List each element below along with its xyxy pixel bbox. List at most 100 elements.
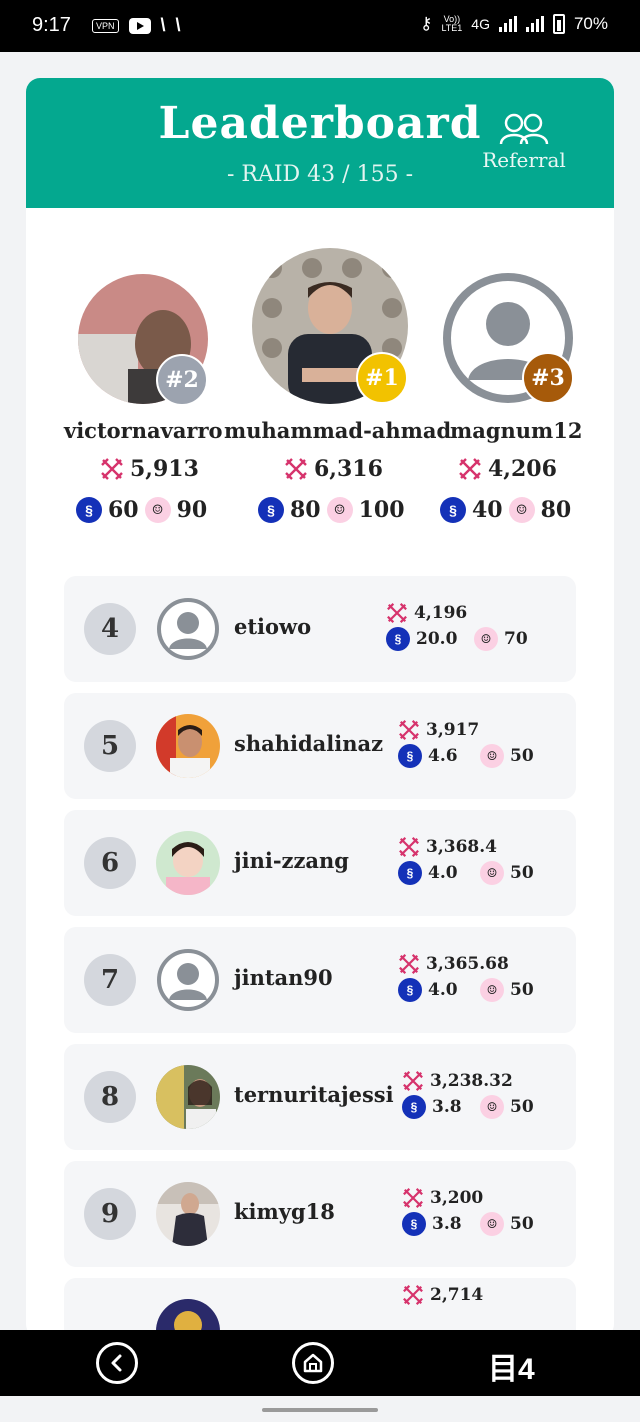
status-bar: 9:17 VPN \ \ ⚷ Vo)) LTE1 4G 70%: [0, 0, 640, 52]
rank-badge: #3: [522, 352, 574, 404]
chibi-value: 100: [358, 497, 405, 523]
score-value: 3,917: [426, 720, 480, 740]
chibi-icon: ☺: [474, 627, 498, 651]
system-icons: ⚷ Vo)) LTE1 4G 70%: [420, 14, 608, 34]
rank-badge: #1: [356, 352, 408, 404]
users-icon: [499, 113, 549, 145]
notification-icons: VPN \ \: [92, 15, 181, 36]
steem-icon: §: [258, 497, 284, 523]
score-value: 3,365.68: [426, 954, 509, 974]
home-icon: [303, 1353, 323, 1373]
avatar: [156, 831, 220, 895]
steem-icon: §: [398, 744, 422, 768]
rank-number: 5: [84, 720, 136, 772]
youtube-icon: [128, 17, 151, 34]
avatar: [156, 1182, 220, 1246]
podium-avatar-2[interactable]: #2: [78, 274, 208, 406]
chibi-value: 90: [176, 497, 208, 523]
podium: #2 victornavarro 5,913 § 60 ☺ 90 #1 muha…: [26, 246, 614, 536]
network-type: 4G: [471, 16, 490, 32]
swords-icon: [399, 837, 419, 857]
podium-avatar-3[interactable]: #3: [442, 272, 574, 404]
row-stats: 3,365.68 § 4.0 ☺ 50: [398, 951, 534, 1003]
steem-value: 3.8: [432, 1214, 462, 1234]
list-item[interactable]: 9 kimyg18 3,200 § 3.8 ☺ 50: [64, 1161, 576, 1267]
steem-icon: §: [398, 978, 422, 1002]
rank-number: 4: [84, 603, 136, 655]
row-stats: 3,368.4 § 4.0 ☺ 50: [398, 834, 534, 886]
steem-icon: §: [76, 497, 102, 523]
steem-value: 4.0: [428, 863, 458, 883]
chibi-icon: ☺: [480, 1095, 504, 1119]
swords-icon: [399, 720, 419, 740]
chibi-value: 50: [510, 746, 534, 766]
row-stats: 3,200 § 3.8 ☺ 50: [402, 1185, 534, 1237]
username: ternuritajessi: [234, 1082, 394, 1107]
steem-icon: §: [402, 1095, 426, 1119]
referral-button[interactable]: Referral: [478, 112, 570, 172]
list-item[interactable]: 7 jintan90 3,365.68 § 4.0 ☺ 50: [64, 927, 576, 1033]
chibi-icon: ☺: [144, 497, 171, 523]
username: shahidalinaz: [234, 731, 383, 756]
leaderboard-card: Leaderboard - RAID 43 / 155 - Referral #…: [26, 78, 614, 1338]
battery-icon: [552, 14, 565, 34]
list-item[interactable]: 2,714: [64, 1278, 576, 1338]
chibi-icon: ☺: [480, 861, 504, 885]
leaderboard-header: Leaderboard - RAID 43 / 155 - Referral: [26, 78, 614, 208]
username: jini-zzang: [234, 848, 349, 873]
swords-icon: [101, 458, 123, 480]
back-button[interactable]: [96, 1342, 138, 1384]
list-item[interactable]: 5 shahidalinaz 3,917 § 4.6 ☺ 50: [64, 693, 576, 799]
rank-number: 8: [84, 1071, 136, 1123]
podium-avatar-1[interactable]: #1: [252, 248, 408, 404]
chibi-value: 80: [540, 497, 572, 523]
score-value: 4,196: [414, 603, 468, 623]
username: etiowo: [234, 614, 312, 639]
podium-score: 6,316: [284, 456, 383, 482]
chibi-value: 50: [510, 1214, 534, 1234]
score-value: 5,913: [130, 456, 199, 482]
podium-score: 4,206: [458, 456, 557, 482]
list-item[interactable]: 8 ternuritajessi 3,238.32 § 3.8 ☺ 50: [64, 1044, 576, 1150]
chibi-value: 50: [510, 1097, 534, 1117]
steem-icon: §: [386, 627, 410, 651]
chibi-icon: ☺: [480, 978, 504, 1002]
list-item[interactable]: 6 jini-zzang 3,368.4 § 4.0 ☺ 50: [64, 810, 576, 916]
podium-name: magnum12: [450, 418, 583, 443]
row-stats: 3,917 § 4.6 ☺ 50: [398, 717, 534, 769]
signal-icon: [525, 16, 544, 32]
app-logo[interactable]: 目4: [488, 1344, 535, 1388]
default-avatar-icon: [156, 948, 220, 1012]
chibi-icon: ☺: [480, 744, 504, 768]
username: kimyg18: [234, 1199, 335, 1224]
row-stats: 2,714: [402, 1282, 483, 1308]
swords-icon: [403, 1188, 423, 1208]
bottom-nav-bar: 目4: [0, 1330, 640, 1396]
chibi-icon: ☺: [326, 497, 353, 523]
home-button[interactable]: [292, 1342, 334, 1384]
chibi-value: 70: [504, 629, 528, 649]
key-icon: ⚷: [419, 14, 433, 33]
swords-icon: [403, 1285, 423, 1305]
podium-score: 5,913: [100, 456, 199, 482]
steem-value: 20.0: [416, 629, 458, 649]
chibi-icon: ☺: [508, 497, 535, 523]
list-item[interactable]: 4 etiowo 4,196 § 20.0 ☺ 70: [64, 576, 576, 682]
swords-icon: [387, 603, 407, 623]
rank-number: 6: [84, 837, 136, 889]
rank-number: 9: [84, 1188, 136, 1240]
battery-percent: 70%: [573, 14, 608, 33]
steem-icon: §: [398, 861, 422, 885]
row-stats: 3,238.32 § 3.8 ☺ 50: [402, 1068, 534, 1120]
steem-icon: §: [440, 497, 466, 523]
steem-value: 40: [472, 497, 503, 523]
default-avatar-icon: [156, 597, 220, 661]
score-value: 3,368.4: [426, 837, 497, 857]
signal-icon: [498, 16, 517, 32]
podium-rewards: § 60 ☺ 90: [76, 497, 207, 523]
notification-slash-icon: \: [160, 15, 166, 35]
gesture-bar: [0, 1396, 640, 1422]
score-value: 2,714: [430, 1285, 484, 1305]
podium-rewards: § 40 ☺ 80: [440, 497, 571, 523]
avatar: [156, 1065, 220, 1129]
